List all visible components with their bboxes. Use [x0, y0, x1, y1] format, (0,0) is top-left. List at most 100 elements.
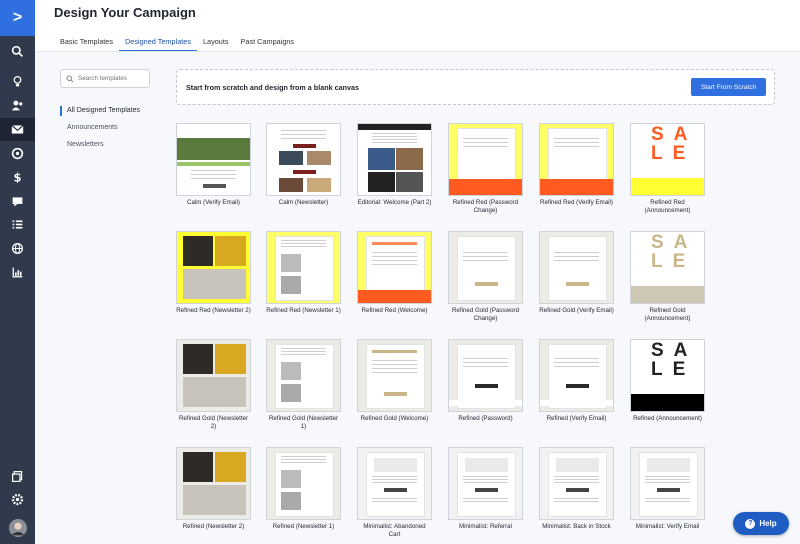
template-name: Refined (Announcement) — [633, 415, 702, 422]
template-name: Refined Red (Announcement) — [644, 199, 691, 214]
template-name: Refined Red (Password Change) — [452, 199, 519, 214]
template-name: Refined Red (Newsletter 1) — [266, 307, 341, 314]
template-thumbnail[interactable] — [448, 447, 523, 520]
template-thumbnail[interactable] — [176, 123, 251, 196]
template-thumbnail[interactable] — [176, 231, 251, 304]
copy-icon[interactable] — [0, 465, 35, 488]
app-window: > $ Design Your Campaign Basic Templates… — [0, 0, 800, 544]
globe-icon[interactable] — [0, 237, 35, 260]
template-thumbnail[interactable] — [630, 447, 705, 520]
template-thumbnail[interactable] — [176, 447, 251, 520]
chat-icon[interactable] — [0, 190, 35, 213]
template-name: Refined Red (Newsletter 2) — [176, 307, 251, 314]
reports-icon[interactable] — [0, 261, 35, 284]
template-name: Minimalist: Back in Stock — [542, 523, 611, 530]
tab-layouts[interactable]: Layouts — [197, 37, 235, 51]
template-card[interactable]: Refined Gold (Verify Email) — [539, 231, 614, 315]
sidebar-item-all-designed[interactable]: All Designed Templates — [67, 107, 140, 114]
gear-icon[interactable] — [0, 488, 35, 511]
template-thumbnail[interactable] — [266, 231, 341, 304]
lightbulb-icon[interactable] — [0, 70, 35, 93]
template-card[interactable]: SA LE Refined (Announcement) — [630, 339, 705, 423]
template-card[interactable]: Refined Red (Welcome) — [357, 231, 432, 315]
avatar[interactable] — [0, 516, 35, 540]
search-input[interactable] — [78, 75, 148, 82]
list-icon[interactable] — [0, 213, 35, 236]
template-name: Refined Gold (Newsletter 1) — [268, 415, 339, 430]
template-thumbnail[interactable] — [266, 447, 341, 520]
template-thumbnail[interactable] — [539, 123, 614, 196]
template-name: Refined Gold (Password Change) — [451, 307, 520, 322]
template-thumbnail[interactable] — [357, 123, 432, 196]
template-thumbnail[interactable] — [266, 123, 341, 196]
template-card[interactable]: Refined Gold (Welcome) — [357, 339, 432, 423]
template-card[interactable]: Refined (Verify Email) — [539, 339, 614, 423]
template-thumbnail[interactable] — [357, 231, 432, 304]
tab-designed-templates[interactable]: Designed Templates — [119, 37, 197, 51]
template-card[interactable]: Refined Red (Verify Email) — [539, 123, 614, 207]
search-icon[interactable] — [0, 40, 35, 63]
contacts-icon[interactable] — [0, 94, 35, 117]
template-card[interactable]: Refined (Newsletter 1) — [266, 447, 341, 531]
template-card[interactable]: Refined (Password) — [448, 339, 523, 423]
template-card[interactable]: Refined (Newsletter 2) — [176, 447, 251, 531]
template-card[interactable]: Calm (Newsletter) — [266, 123, 341, 207]
template-name: Refined Gold (Welcome) — [360, 415, 429, 422]
template-card[interactable]: SA LE Refined Red (Announcement) — [630, 123, 705, 215]
template-thumbnail[interactable]: SA LE — [630, 231, 705, 304]
template-name: Calm (Newsletter) — [278, 199, 329, 206]
template-thumbnail[interactable] — [539, 447, 614, 520]
template-card[interactable]: Editorial: Welcome (Part 2) — [357, 123, 432, 207]
template-thumbnail[interactable] — [448, 231, 523, 304]
template-card[interactable]: Minimalist: Referral — [448, 447, 523, 531]
template-name: Refined Gold (Newsletter 2) — [178, 415, 249, 430]
template-thumbnail[interactable] — [176, 339, 251, 412]
template-name: Minimalist: Verify Email — [635, 523, 700, 530]
template-card[interactable]: Refined Gold (Newsletter 2) — [176, 339, 251, 431]
template-name: Refined (Password) — [458, 415, 513, 422]
template-card[interactable]: Refined Red (Newsletter 1) — [266, 231, 341, 315]
template-name: Minimalist: Referral — [459, 523, 512, 530]
template-thumbnail[interactable] — [448, 339, 523, 412]
template-card[interactable]: Minimalist: Verify Email — [630, 447, 705, 531]
automation-icon[interactable] — [0, 142, 35, 165]
help-button[interactable]: ? Help — [733, 512, 789, 535]
svg-text:$: $ — [14, 171, 22, 184]
template-thumbnail[interactable]: SA LE — [630, 123, 705, 196]
template-name: Refined Red (Welcome) — [361, 307, 428, 314]
template-thumbnail[interactable] — [357, 447, 432, 520]
template-card[interactable]: Refined Gold (Newsletter 1) — [266, 339, 341, 431]
start-from-scratch-button[interactable]: Start From Scratch — [691, 78, 766, 96]
mail-icon[interactable] — [0, 118, 35, 141]
template-card[interactable]: Refined Red (Newsletter 2) — [176, 231, 251, 315]
template-card[interactable]: Refined Gold (Password Change) — [448, 231, 523, 323]
template-name: Refined Gold (Verify Email) — [539, 307, 614, 314]
template-card[interactable]: Calm (Verify Email) — [176, 123, 251, 207]
template-thumbnail[interactable] — [539, 231, 614, 304]
template-thumbnail[interactable] — [539, 339, 614, 412]
scratch-banner: Start from scratch and design from a bla… — [176, 69, 775, 105]
search-box[interactable] — [60, 69, 150, 88]
tab-past-campaigns[interactable]: Past Campaigns — [235, 37, 301, 51]
template-name: Minimalist: Abandoned Cart — [363, 523, 426, 538]
template-card[interactable]: Minimalist: Back in Stock — [539, 447, 614, 531]
nav-rail: > $ — [0, 0, 35, 544]
help-icon: ? — [745, 518, 756, 529]
template-thumbnail[interactable] — [266, 339, 341, 412]
template-card[interactable]: Minimalist: Abandoned Cart — [357, 447, 432, 539]
tab-basic-templates[interactable]: Basic Templates — [54, 37, 119, 51]
page-title: Design Your Campaign — [54, 5, 196, 20]
template-thumbnail[interactable] — [448, 123, 523, 196]
template-thumbnail[interactable]: SA LE — [630, 339, 705, 412]
logo-icon[interactable]: > — [0, 0, 35, 36]
dollar-icon[interactable]: $ — [0, 166, 35, 189]
template-name: Refined (Newsletter 1) — [272, 523, 335, 530]
tab-bar: Basic Templates Designed Templates Layou… — [54, 37, 300, 51]
help-label: Help — [759, 519, 777, 528]
template-card[interactable]: SA LE Refined Gold (Announcement) — [630, 231, 705, 323]
sidebar-item-announcements[interactable]: Announcements — [67, 124, 118, 131]
template-name: Refined (Newsletter 2) — [182, 523, 245, 530]
sidebar-item-newsletters[interactable]: Newsletters — [67, 141, 104, 148]
template-thumbnail[interactable] — [357, 339, 432, 412]
template-card[interactable]: Refined Red (Password Change) — [448, 123, 523, 215]
